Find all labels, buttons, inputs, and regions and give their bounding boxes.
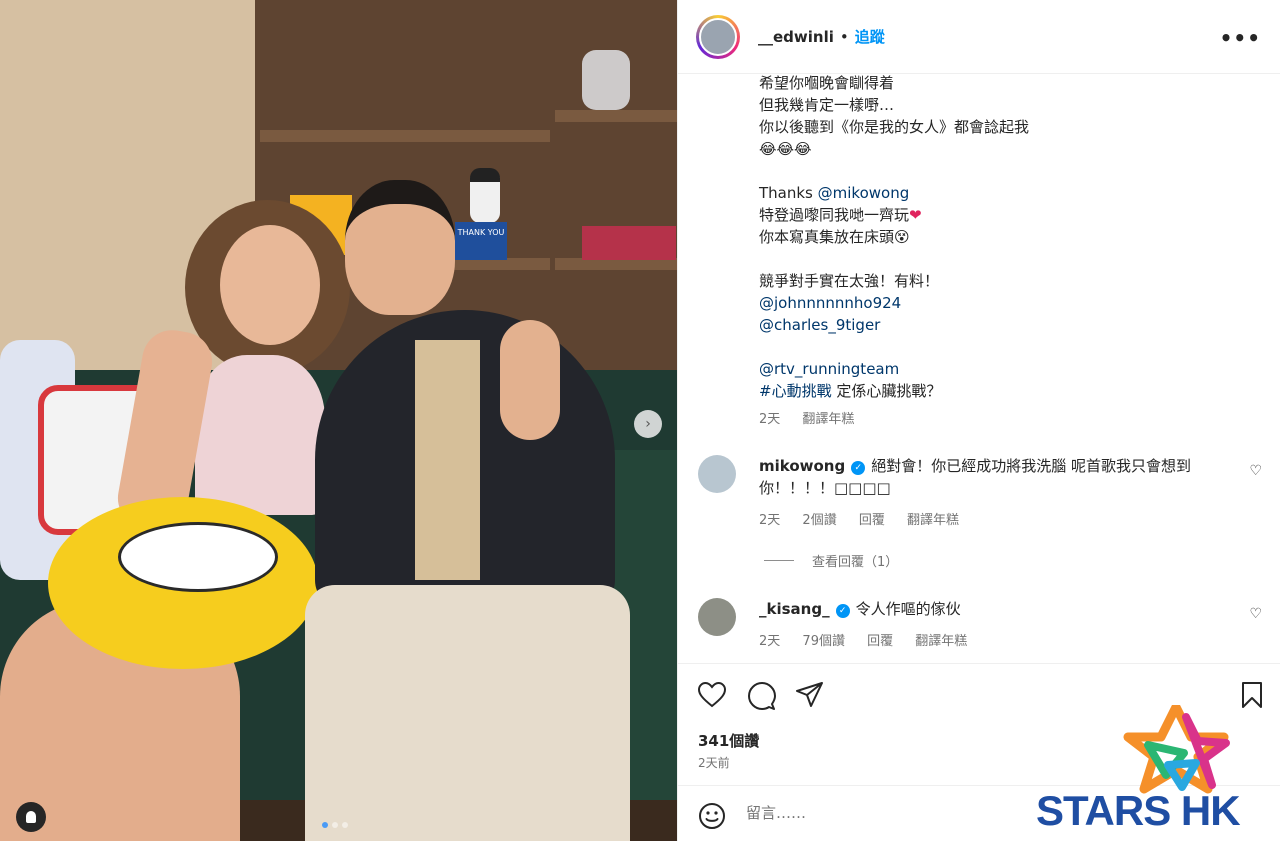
emoji-icon[interactable] [698, 802, 726, 830]
caption-text: Thanks [759, 184, 818, 202]
mention-link[interactable]: @johnnnnnnho924 [759, 292, 1259, 314]
woman-face [220, 225, 320, 345]
mention-link[interactable]: @mikowong [818, 184, 910, 202]
posted-time: 2天前 [698, 756, 730, 770]
tiger-face [118, 522, 278, 592]
man-tshirt [415, 340, 480, 580]
comment-meta: 2天 79個讚 回覆 翻譯年糕 [759, 630, 985, 649]
woman-top [195, 355, 325, 515]
comment-input[interactable] [746, 804, 1046, 822]
caption-text: 定係心臟挑戰？ [831, 382, 942, 400]
watermark-text: STARS HK [1036, 787, 1241, 834]
mention-link[interactable]: @rtv_runningteam [759, 358, 1259, 380]
heart-emoji-icon: ❤ [909, 206, 922, 224]
caption-line: 但我幾肯定一樣嘢… [759, 96, 895, 114]
comment-likes[interactable]: 79個讚 [802, 634, 845, 649]
caption-text: 特登過嚟同我哋一齊玩 [759, 206, 910, 224]
caption-line: 你以後聽到《你是我的女人》都會諗起我 [759, 118, 1030, 136]
comment-text: 令人作嘔的傢伙 [855, 600, 961, 618]
comment-text: 絕對會！你已經成功將我洗腦 呢首歌我只會想到 [871, 457, 1192, 475]
comment-likes[interactable]: 2個讚 [802, 513, 836, 528]
likes-count[interactable]: 341個讚 [698, 730, 759, 751]
caption-line: #心動挑戰 定係心臟挑戰？ [759, 380, 1259, 402]
comment-time: 2天 [759, 634, 781, 649]
translate-button[interactable]: 翻譯年糕 [907, 513, 959, 528]
comment-meta: 2天 2個讚 回覆 翻譯年糕 [759, 509, 977, 528]
carousel-dot [342, 822, 348, 828]
caption-meta: 2天 翻譯年糕 [759, 408, 872, 427]
carousel-dot [332, 822, 338, 828]
comment-bubble-icon[interactable] [748, 682, 776, 710]
author-username[interactable]: __edwinli [758, 28, 834, 46]
commenter-username[interactable]: _kisang_ [759, 600, 830, 618]
carousel-next-button[interactable]: › [634, 410, 662, 438]
post-caption: 希望你嗰晚會瞓得着 但我幾肯定一樣嘢… 你以後聽到《你是我的女人》都會諗起我 😂… [759, 72, 1259, 402]
commenter-avatar[interactable] [698, 455, 736, 493]
like-comment-heart-icon[interactable]: ♡ [1249, 463, 1262, 479]
view-replies-button[interactable]: 查看回覆（1） [764, 551, 898, 570]
caption-emoji-line: 😂😂😂 [759, 140, 812, 158]
author-avatar[interactable] [696, 14, 740, 59]
reply-button[interactable]: 回覆 [867, 634, 893, 649]
commenter-avatar[interactable] [698, 598, 736, 636]
man-pants [305, 585, 630, 841]
shelf-board [555, 110, 677, 122]
translate-button[interactable]: 翻譯年糕 [915, 634, 967, 649]
post-header: __edwinli • 追蹤 ••• [678, 0, 1280, 74]
caption-blank [759, 160, 1259, 182]
comment-text-line2: 你！！！！□□□□ [759, 479, 891, 497]
translate-button[interactable]: 翻譯年糕 [802, 412, 854, 427]
tagged-users-button[interactable] [16, 802, 46, 832]
hashtag-link[interactable]: #心動挑戰 [759, 382, 832, 400]
carousel-dot [322, 822, 328, 828]
view-replies-label: 查看回覆（1） [812, 555, 899, 570]
share-paper-plane-icon[interactable] [796, 682, 824, 708]
reply-button[interactable]: 回覆 [859, 513, 885, 528]
plastic-bag [582, 50, 630, 110]
comment-time: 2天 [759, 513, 781, 528]
figurine [470, 168, 500, 223]
stars-hk-watermark-logo: STARS HK [1036, 702, 1266, 834]
star-logo-icon [1123, 702, 1230, 794]
verified-badge-icon: ✓ [835, 604, 850, 618]
caption-time: 2天 [759, 412, 781, 427]
caption-blank [759, 248, 1259, 270]
reply-line [764, 560, 794, 561]
person-icon [26, 811, 36, 823]
follow-button[interactable]: 追蹤 [855, 26, 885, 47]
comment-body: _kisang_ ✓ 令人作嘔的傢伙 [759, 598, 1239, 620]
chevron-right-icon: › [645, 416, 651, 432]
man-hand-peace-sign [500, 320, 560, 440]
shelf-board [260, 130, 550, 142]
caption-line: 特登過嚟同我哋一齊玩❤ [759, 204, 1259, 226]
like-heart-icon[interactable] [698, 682, 726, 708]
caption-blank [759, 336, 1259, 358]
separator-dot: • [839, 27, 849, 46]
verified-badge-icon: ✓ [851, 461, 866, 475]
carousel-dots [322, 822, 348, 828]
more-options-icon[interactable]: ••• [1220, 26, 1261, 50]
tiger-pillow [48, 497, 318, 669]
post-photo[interactable]: THANK YOU › [0, 0, 677, 841]
caption-line: Thanks @mikowong [759, 182, 1259, 204]
mention-link[interactable]: @charles_9tiger [759, 314, 1259, 336]
red-book-box [582, 226, 676, 260]
man-head [345, 180, 455, 315]
like-comment-heart-icon[interactable]: ♡ [1249, 606, 1262, 622]
commenter-username[interactable]: mikowong [759, 457, 845, 475]
caption-line: 競爭對手實在太強！有料！ [759, 272, 940, 290]
comment-body: mikowong ✓ 絕對會！你已經成功將我洗腦 呢首歌我只會想到 你！！！！□□□… [759, 455, 1239, 499]
caption-line: 希望你嗰晚會瞓得着 [759, 74, 895, 92]
caption-line: 你本寫真集放在床頭😵 [759, 228, 910, 246]
thank-you-sign: THANK YOU [455, 222, 507, 260]
